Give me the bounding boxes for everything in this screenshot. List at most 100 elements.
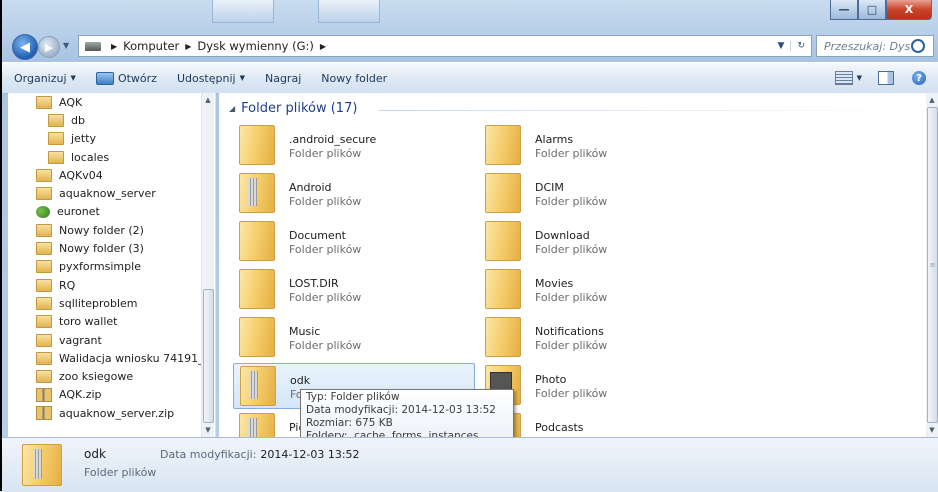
nav-scroll-thumb[interactable] <box>203 289 214 423</box>
chevron-down-icon: ▼ <box>239 74 245 82</box>
folder-item[interactable]: Android Folder plików <box>233 171 473 215</box>
sidebar-item[interactable]: zoo ksiegowe <box>8 367 203 385</box>
group-header-label: Folder plików (17) <box>241 101 358 116</box>
folder-item-type: Folder plików <box>289 291 362 304</box>
help-icon[interactable]: ? <box>912 71 926 85</box>
folder-item[interactable]: Notifications Folder plików <box>479 315 719 359</box>
sidebar-item-label: sqlliteproblem <box>59 296 138 310</box>
chevron-right-icon[interactable]: ▶ <box>185 42 191 51</box>
chevron-right-icon[interactable]: ▶ <box>111 42 117 51</box>
breadcrumb-removable-drive[interactable]: Dysk wymienny (G:) <box>197 39 313 53</box>
scroll-up-arrow[interactable]: ▲ <box>202 93 214 107</box>
preview-pane-icon[interactable] <box>878 71 894 85</box>
change-view-icon[interactable] <box>834 71 853 85</box>
sidebar-item-label: aquaknow_server <box>59 187 156 201</box>
details-modified-label: Data modyfikacji: <box>160 448 257 461</box>
search-box[interactable]: Przeszukaj: Dys... <box>816 35 934 57</box>
folder-item[interactable]: LOST.DIR Folder plików <box>233 267 473 311</box>
folder-icon <box>36 187 52 201</box>
sidebar-item[interactable]: sqlliteproblem <box>8 294 203 312</box>
folder-item[interactable]: Document Folder plików <box>233 219 473 263</box>
scroll-down-arrow[interactable]: ▼ <box>202 423 214 437</box>
group-divider <box>379 110 919 111</box>
folder-docs-icon <box>240 366 276 406</box>
sidebar-item[interactable]: RQ <box>8 276 203 294</box>
tooltip-modified: Data modyfikacji: 2014-12-03 13:52 <box>306 404 496 416</box>
folder-item-type: Folder plików <box>535 339 608 352</box>
chevron-right-icon[interactable]: ▶ <box>320 42 326 51</box>
folder-icon <box>36 370 52 384</box>
search-icon[interactable] <box>911 39 925 53</box>
address-bar[interactable]: ▶ Komputer ▶ Dysk wymienny (G:) ▶ ▼ ↻ <box>78 35 812 57</box>
sidebar-item[interactable]: AQKv04 <box>8 166 203 184</box>
folder-item[interactable]: Alarms Folder plików <box>479 123 719 167</box>
share-button[interactable]: Udostępnij ▼ <box>167 72 255 85</box>
folder-item[interactable]: Download Folder plików <box>479 219 719 263</box>
sidebar-item[interactable]: pyxformsimple <box>8 258 203 276</box>
folder-item[interactable]: .android_secure Folder plików <box>233 123 473 167</box>
sidebar-item-label: RQ <box>59 278 76 292</box>
file-list: ◢ Folder plików (17) .android_secure Fold… <box>219 93 938 437</box>
folder-item[interactable]: DCIM Folder plików <box>479 171 719 215</box>
sidebar-item[interactable]: Nowy folder (3) <box>8 239 203 257</box>
sidebar-item[interactable]: vagrant <box>8 331 203 349</box>
sidebar-item[interactable]: jetty <box>8 130 203 148</box>
breadcrumb-computer[interactable]: Komputer <box>123 39 179 53</box>
minimize-button[interactable]: — <box>830 0 858 20</box>
sidebar-item[interactable]: aquaknow_server <box>8 184 203 202</box>
sidebar-item[interactable]: euronet <box>8 203 203 221</box>
chevron-down-icon[interactable]: ▼ <box>857 74 862 82</box>
folder-item[interactable]: Movies Folder plików <box>479 267 719 311</box>
sidebar-item[interactable]: AQK.zip <box>8 386 203 404</box>
close-button[interactable]: X <box>886 0 932 20</box>
forward-button[interactable]: ▶ <box>38 36 60 58</box>
collapse-triangle-icon[interactable]: ◢ <box>229 104 235 113</box>
burn-button[interactable]: Nagraj <box>255 72 311 85</box>
folder-item[interactable]: Music Folder plików <box>233 315 473 359</box>
group-header[interactable]: ◢ Folder plików (17) <box>229 101 919 116</box>
search-input[interactable]: Przeszukaj: Dys... <box>817 40 911 53</box>
recent-pages-dropdown[interactable]: ▼ <box>63 41 69 50</box>
folder-icon <box>36 351 52 365</box>
sidebar-item[interactable]: Nowy folder (2) <box>8 221 203 239</box>
refresh-icon[interactable]: ↻ <box>790 41 811 51</box>
folder-icon <box>239 125 275 165</box>
address-row: ◀ ▶ ▼ ▶ Komputer ▶ Dysk wymienny (G:) ▶ … <box>0 32 938 60</box>
nav-scrollbar[interactable]: ▲ ▼ <box>201 93 214 437</box>
address-history-dropdown[interactable]: ▼ <box>772 41 791 51</box>
share-label: Udostępnij <box>176 71 236 85</box>
folder-icon <box>36 223 52 237</box>
scroll-down-arrow[interactable]: ▼ <box>926 423 938 437</box>
sidebar-item[interactable]: toro wallet <box>8 313 203 331</box>
content-scroll-thumb[interactable]: ≡ <box>927 107 938 423</box>
organize-button[interactable]: Organizuj ▼ <box>0 72 86 85</box>
open-folder-icon <box>95 71 114 85</box>
sidebar-item[interactable]: locales <box>8 148 203 166</box>
folder-item[interactable]: Photo Folder plików <box>479 363 719 407</box>
details-type: Folder plików <box>84 466 157 479</box>
back-button[interactable]: ◀ <box>12 34 38 60</box>
sidebar-item[interactable]: AQK <box>8 93 203 111</box>
chevron-down-icon: ▼ <box>70 74 76 82</box>
folder-icon <box>36 168 52 182</box>
sidebar-item[interactable]: aquaknow_server.zip <box>8 404 203 422</box>
sidebar-item-label: jetty <box>71 132 96 146</box>
sidebar-item-label: Nowy folder (2) <box>59 223 144 237</box>
folder-item-name: Photo <box>535 373 567 386</box>
folder-item[interactable]: Podcasts <box>479 411 719 437</box>
new-folder-button[interactable]: Nowy folder <box>311 72 397 85</box>
folder-icon <box>485 317 521 357</box>
scroll-up-arrow[interactable]: ▲ <box>926 93 938 107</box>
folder-item-name: .android_secure <box>289 133 377 146</box>
zip-icon <box>36 406 52 421</box>
tooltip-type: Typ: Folder plików <box>306 391 400 403</box>
sidebar-item[interactable]: db <box>8 111 203 129</box>
sidebar-item[interactable]: Walidacja wniosku 74191_p <box>8 349 211 367</box>
navigation-pane: AQK db jetty locales AQKv04 aquaknow_servereu… <box>8 93 216 437</box>
explorer-window: — □ X ◀ ▶ ▼ ▶ Komputer ▶ Dysk wymienny (… <box>0 0 938 492</box>
open-button[interactable]: Otwórz <box>86 71 167 85</box>
folder-item-name: Music <box>289 325 321 338</box>
folder-item-name: Notifications <box>535 325 604 338</box>
content-scrollbar[interactable]: ▲ ≡ ▼ <box>926 93 938 437</box>
maximize-button[interactable]: □ <box>858 0 886 20</box>
